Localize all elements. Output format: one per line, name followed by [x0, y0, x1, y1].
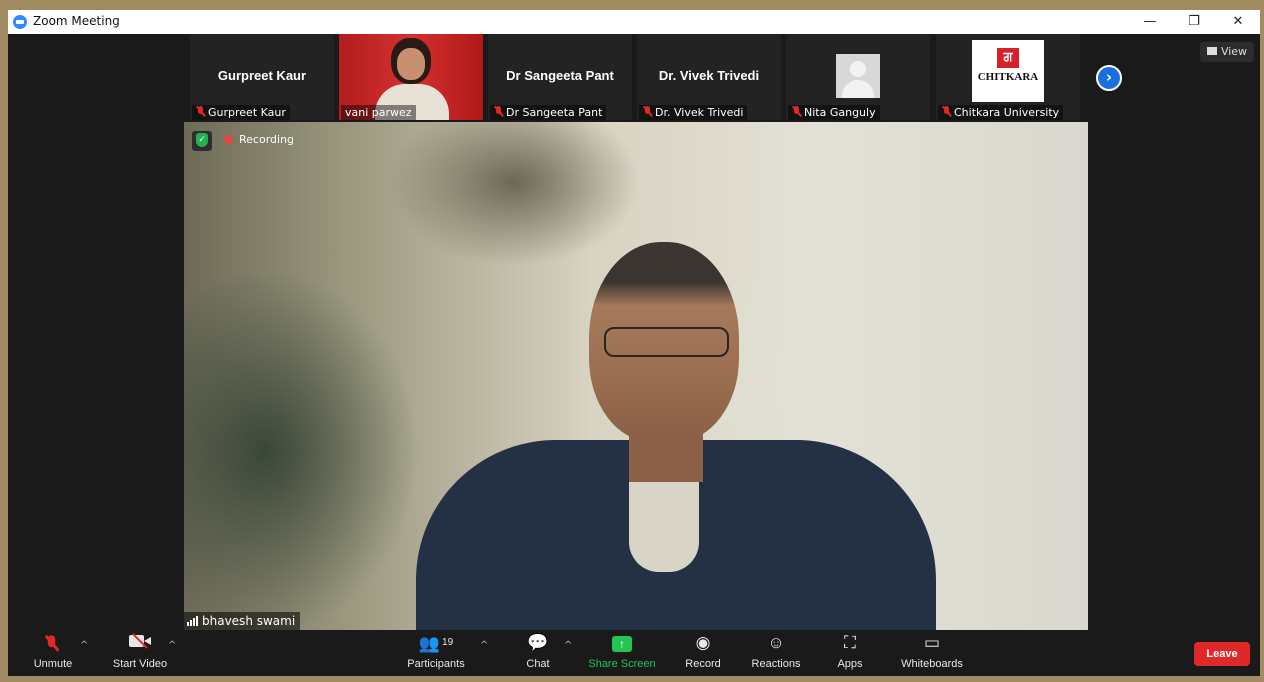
participant-display-name: Dr Sangeeta Pant [506, 68, 614, 83]
video-options-caret[interactable]: ^ [168, 640, 176, 651]
recording-indicator: Recording [224, 133, 294, 146]
chat-options-caret[interactable]: ^ [564, 640, 572, 651]
chat-button[interactable]: 💬 Chat [518, 632, 558, 674]
view-button[interactable]: View [1200, 42, 1254, 62]
speaker-glasses [604, 327, 729, 357]
participants-icon: 👥 19 [418, 634, 454, 653]
shield-check-icon[interactable] [192, 131, 212, 151]
speaker-shirt [629, 482, 699, 572]
start-video-button[interactable]: Start Video [104, 632, 176, 674]
minimize-button[interactable]: — [1128, 10, 1172, 34]
reaction-smile-icon: ☺ [767, 633, 785, 652]
participant-label: Dr. Vivek Trivedi [639, 105, 748, 120]
mic-muted-icon [643, 106, 652, 117]
video-off-icon [104, 632, 176, 654]
mic-muted-icon [494, 106, 503, 117]
participant-tile-vani[interactable]: vani parwez [339, 34, 483, 120]
mic-muted-icon [28, 632, 78, 654]
participants-options-caret[interactable]: ^ [480, 640, 488, 651]
title-bar: Zoom Meeting — ❐ ✕ [8, 10, 1260, 34]
zoom-window: Zoom Meeting — ❐ ✕ Gurpreet Kaur Gurpree… [8, 10, 1260, 676]
record-dot-icon [224, 135, 233, 144]
meeting-toolbar: Unmute ^ Start Video ^ 👥 19 Participants … [8, 630, 1260, 676]
apps-button[interactable]: ⛶ Apps [830, 632, 870, 674]
participant-tile-nita[interactable]: Nita Ganguly [786, 34, 930, 120]
reactions-button[interactable]: ☺ Reactions [748, 632, 804, 674]
share-screen-icon: ↑ [612, 636, 632, 652]
share-screen-button[interactable]: ↑ Share Screen [586, 632, 658, 674]
participant-tile-vivek[interactable]: Dr. Vivek Trivedi Dr. Vivek Trivedi [637, 34, 781, 120]
close-button[interactable]: ✕ [1216, 10, 1260, 34]
whiteboard-icon: ▭ [923, 633, 941, 652]
speaker-name-badge: bhavesh swami [184, 612, 301, 630]
restore-button[interactable]: ❐ [1172, 10, 1216, 34]
participant-display-name: Dr. Vivek Trivedi [658, 68, 760, 83]
participant-tile-chitkara[interactable]: ਗ CHITKARA Chitkara University [936, 34, 1080, 120]
participant-label: Nita Ganguly [788, 105, 880, 120]
chitkara-logo-mark: ਗ [997, 48, 1019, 68]
participant-display-name: Gurpreet Kaur [217, 68, 307, 83]
apps-icon: ⛶ [844, 633, 856, 652]
grid-icon [1206, 47, 1217, 55]
leave-button[interactable]: Leave [1194, 642, 1250, 666]
participants-count: 19 [442, 637, 454, 648]
chitkara-logo-text: CHITKARA [977, 71, 1039, 83]
whiteboards-button[interactable]: ▭ Whiteboards [896, 632, 968, 674]
chitkara-logo: ਗ CHITKARA [972, 40, 1044, 102]
participant-label: Gurpreet Kaur [192, 105, 290, 120]
mic-muted-icon [792, 106, 801, 117]
participant-label: vani parwez [341, 105, 416, 120]
participant-tile-gurpreet[interactable]: Gurpreet Kaur Gurpreet Kaur [190, 34, 334, 120]
default-avatar-icon [836, 54, 880, 98]
signal-strength-icon [187, 616, 199, 626]
participants-button[interactable]: 👥 19 Participants [404, 632, 468, 674]
desktop-frame: Zoom Meeting — ❐ ✕ Gurpreet Kaur Gurpree… [0, 0, 1264, 682]
unmute-button[interactable]: Unmute [28, 632, 78, 674]
participant-label: Chitkara University [938, 105, 1064, 120]
record-icon: ◉ [695, 633, 711, 652]
active-speaker-video: Recording bhavesh swami [184, 122, 1088, 630]
chevron-right-icon[interactable]: › [1096, 65, 1122, 91]
zoom-logo-icon [13, 15, 27, 29]
participant-label: Dr Sangeeta Pant [490, 105, 607, 120]
participant-tile-sangeeta[interactable]: Dr Sangeeta Pant Dr Sangeeta Pant [488, 34, 632, 120]
record-button[interactable]: ◉ Record [680, 632, 726, 674]
mic-muted-icon [942, 106, 951, 117]
audio-options-caret[interactable]: ^ [80, 640, 88, 651]
chat-icon: 💬 [527, 633, 549, 652]
window-title: Zoom Meeting [33, 14, 120, 28]
mic-muted-icon [196, 106, 205, 117]
